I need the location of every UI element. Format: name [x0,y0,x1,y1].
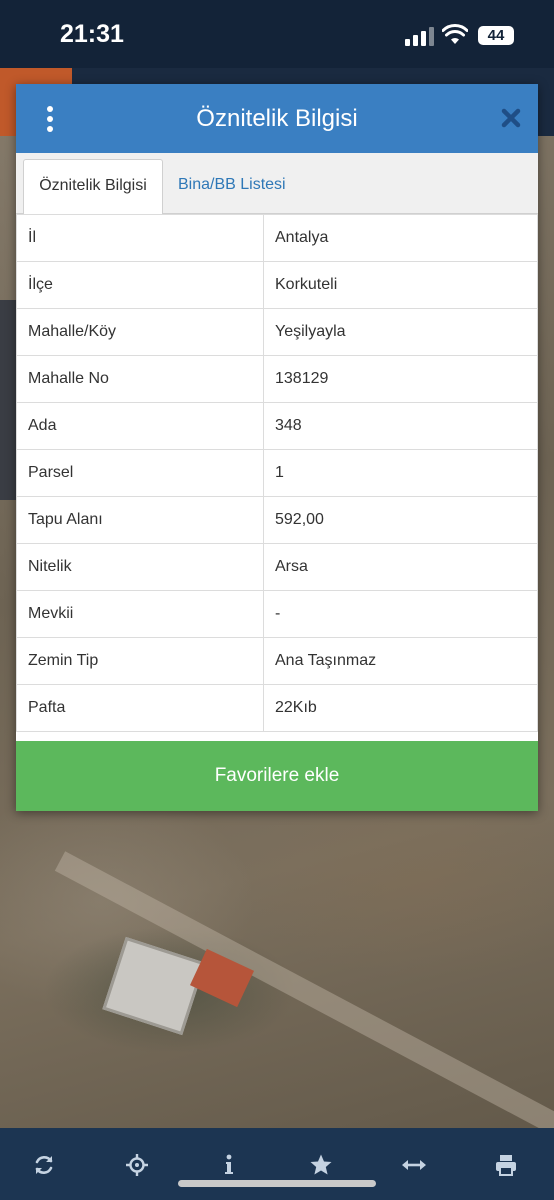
attribute-key: Pafta [16,684,264,732]
wifi-icon [442,24,468,44]
table-row: Tapu Alanı 592,00 [16,496,538,544]
table-row: Ada 348 [16,402,538,450]
table-row: İl Antalya [16,214,538,262]
attribute-value: 1 [263,449,538,497]
attribute-key: Mahalle/Köy [16,308,264,356]
info-icon[interactable] [212,1148,246,1182]
attribute-value: - [263,590,538,638]
attribute-key: Parsel [16,449,264,497]
cellular-signal-icon [405,26,435,46]
refresh-icon[interactable] [27,1148,61,1182]
table-row: İlçe Korkuteli [16,261,538,309]
attribute-key: İlçe [16,261,264,309]
attribute-table: İl Antalya İlçe Korkuteli Mahalle/Köy Yeşil… [16,214,538,732]
print-icon[interactable] [489,1148,523,1182]
attribute-key: Mevkii [16,590,264,638]
status-time: 21:31 [60,20,124,48]
map-building [102,936,206,1036]
attribute-info-dialog: Öznitelik Bilgisi Öznitelik Bilgisi Bina… [16,84,538,811]
attribute-value: Korkuteli [263,261,538,309]
tab-building-list[interactable]: Bina/BB Listesi [178,159,286,213]
attribute-key: Nitelik [16,543,264,591]
table-row: Nitelik Arsa [16,543,538,591]
attribute-key: Ada [16,402,264,450]
measure-icon[interactable] [397,1148,431,1182]
dialog-title: Öznitelik Bilgisi [196,105,358,132]
tab-attribute-info[interactable]: Öznitelik Bilgisi [23,159,163,215]
battery-indicator: 44 [478,26,514,45]
star-icon[interactable] [304,1148,338,1182]
attribute-key: Mahalle No [16,355,264,403]
table-row: Pafta 22Kıb [16,684,538,732]
attribute-key: Zemin Tip [16,637,264,685]
dialog-header: Öznitelik Bilgisi [16,84,538,153]
home-indicator [178,1180,376,1187]
add-to-favorites-button[interactable]: Favorilere ekle [16,741,538,811]
attribute-value: Ana Taşınmaz [263,637,538,685]
table-row: Zemin Tip Ana Taşınmaz [16,637,538,685]
table-row: Parsel 1 [16,449,538,497]
dialog-tabs: Öznitelik Bilgisi Bina/BB Listesi [16,153,538,215]
table-row: Mahalle/Köy Yeşilyayla [16,308,538,356]
attribute-value: 592,00 [263,496,538,544]
attribute-value: Yeşilyayla [263,308,538,356]
attribute-value: Antalya [263,214,538,262]
table-row: Mahalle No 138129 [16,355,538,403]
attribute-key: Tapu Alanı [16,496,264,544]
close-icon[interactable] [497,104,525,132]
attribute-key: İl [16,214,264,262]
attribute-value: Arsa [263,543,538,591]
locate-icon[interactable] [120,1148,154,1182]
status-bar: 21:31 44 [0,0,554,68]
attribute-value: 138129 [263,355,538,403]
attribute-value: 348 [263,402,538,450]
attribute-value: 22Kıb [263,684,538,732]
table-row: Mevkii - [16,590,538,638]
bottom-toolbar [0,1128,554,1200]
